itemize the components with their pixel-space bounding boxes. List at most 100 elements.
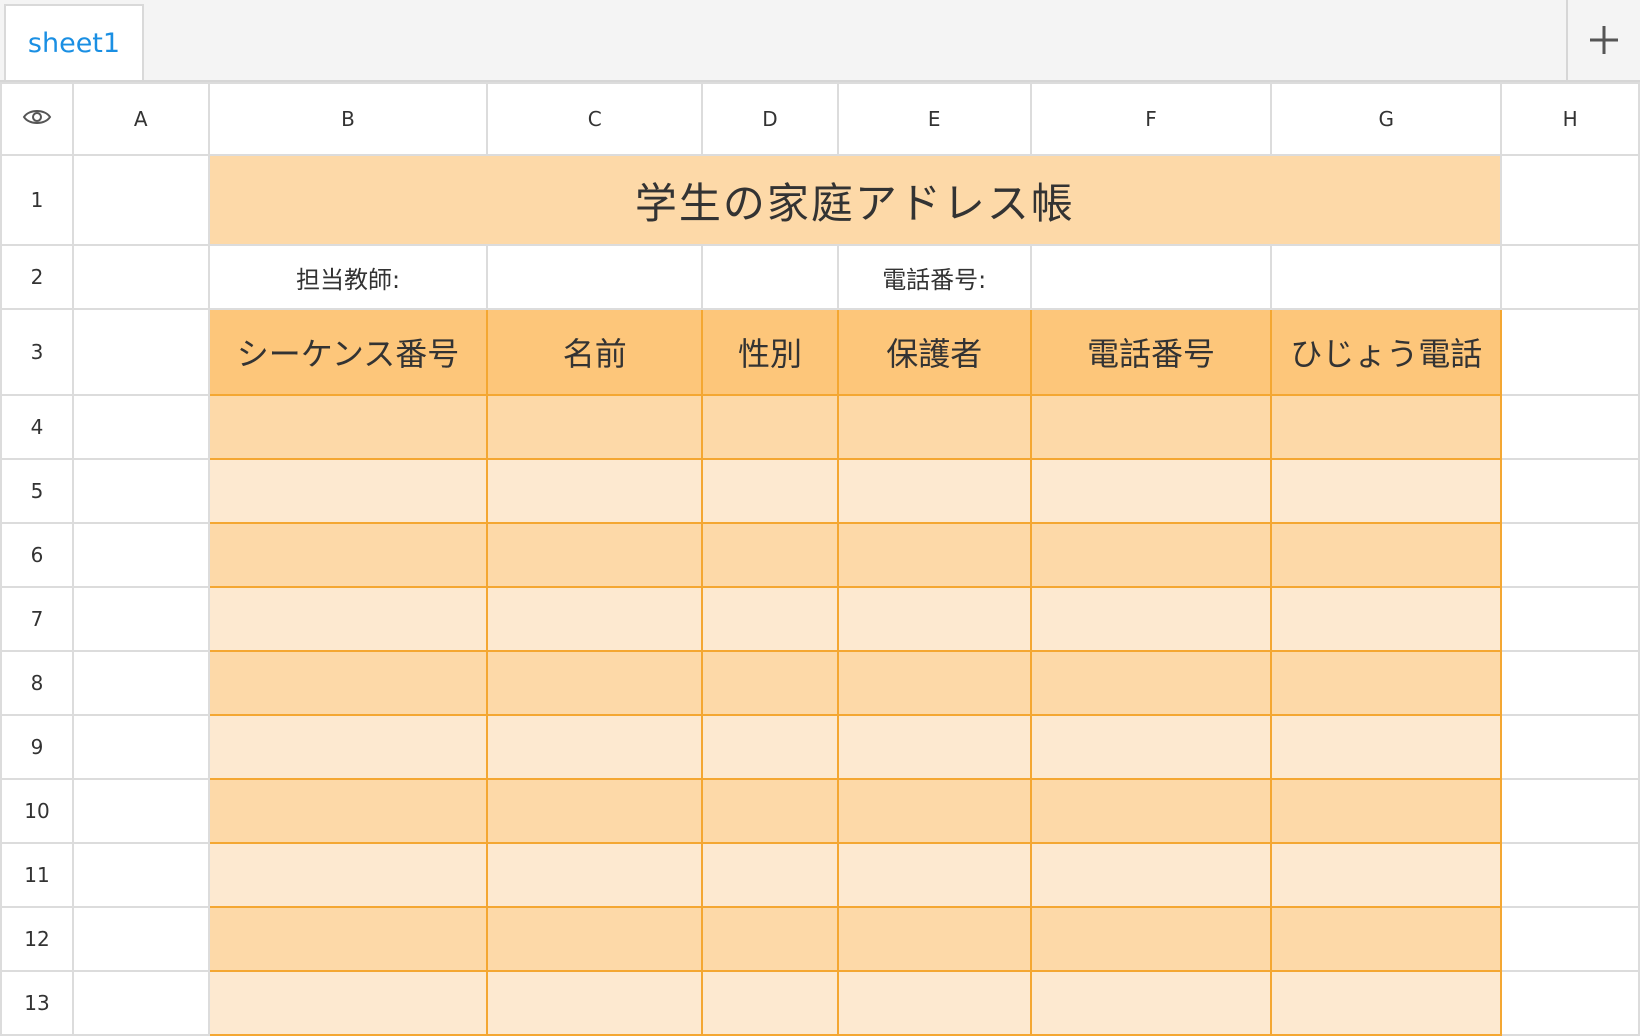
cell-f10[interactable] (1029, 778, 1273, 844)
cell-c5[interactable] (486, 458, 704, 524)
cell-f5[interactable] (1029, 458, 1273, 524)
cell-b12[interactable] (207, 906, 489, 972)
row-header-9[interactable]: 9 (0, 714, 74, 780)
cell-d11[interactable] (701, 842, 839, 908)
cell-a8[interactable] (71, 650, 210, 716)
cell-b6[interactable] (207, 522, 489, 588)
cell-d6[interactable] (701, 522, 839, 588)
cell-b9[interactable] (207, 714, 489, 780)
cell-b10[interactable] (207, 778, 489, 844)
cell-c10[interactable] (486, 778, 704, 844)
cell-h12[interactable] (1500, 906, 1640, 972)
column-header-h[interactable]: H (1500, 82, 1640, 156)
cell-e10[interactable] (836, 778, 1032, 844)
row-header-11[interactable]: 11 (0, 842, 74, 908)
cell-e13[interactable] (836, 970, 1032, 1036)
cell-a12[interactable] (71, 906, 210, 972)
cell-h3[interactable] (1500, 308, 1640, 396)
row-header-8[interactable]: 8 (0, 650, 74, 716)
cell-c13[interactable] (486, 970, 704, 1036)
cell-h2[interactable] (1500, 244, 1640, 310)
cell-h4[interactable] (1500, 394, 1640, 460)
cell-f13[interactable] (1029, 970, 1273, 1036)
row-header-13[interactable]: 13 (0, 970, 74, 1036)
teacher-label-cell[interactable]: 担当教師: (207, 244, 489, 310)
cell-c11[interactable] (486, 842, 704, 908)
cell-b7[interactable] (207, 586, 489, 652)
row-header-12[interactable]: 12 (0, 906, 74, 972)
cell-e5[interactable] (836, 458, 1032, 524)
column-header-f[interactable]: F (1029, 82, 1273, 156)
cell-b11[interactable] (207, 842, 489, 908)
column-header-d[interactable]: D (701, 82, 839, 156)
cell-a13[interactable] (71, 970, 210, 1036)
header-cell-phone[interactable]: 電話番号 (1029, 308, 1273, 396)
cell-c4[interactable] (486, 394, 704, 460)
cell-d9[interactable] (701, 714, 839, 780)
row-header-2[interactable]: 2 (0, 244, 74, 310)
cell-a2[interactable] (71, 244, 210, 310)
cell-h1[interactable] (1500, 154, 1640, 246)
cell-a10[interactable] (71, 778, 210, 844)
add-sheet-button[interactable] (1566, 0, 1640, 80)
cell-c2[interactable] (486, 244, 704, 310)
phone-label-cell[interactable]: 電話番号: (836, 244, 1032, 310)
row-header-5[interactable]: 5 (0, 458, 74, 524)
cell-a11[interactable] (71, 842, 210, 908)
cell-h10[interactable] (1500, 778, 1640, 844)
header-cell-guardian[interactable]: 保護者 (836, 308, 1032, 396)
cell-b5[interactable] (207, 458, 489, 524)
row-header-7[interactable]: 7 (0, 586, 74, 652)
cell-g10[interactable] (1270, 778, 1503, 844)
cell-d5[interactable] (701, 458, 839, 524)
cell-g12[interactable] (1270, 906, 1503, 972)
column-header-b[interactable]: B (207, 82, 489, 156)
row-header-4[interactable]: 4 (0, 394, 74, 460)
cell-d10[interactable] (701, 778, 839, 844)
column-header-c[interactable]: C (486, 82, 704, 156)
cell-h8[interactable] (1500, 650, 1640, 716)
cell-f4[interactable] (1029, 394, 1273, 460)
cell-d8[interactable] (701, 650, 839, 716)
header-cell-gender[interactable]: 性別 (701, 308, 839, 396)
cell-c6[interactable] (486, 522, 704, 588)
header-cell-emergency-phone[interactable]: ひじょう電話 (1270, 308, 1503, 396)
cell-a5[interactable] (71, 458, 210, 524)
cell-e8[interactable] (836, 650, 1032, 716)
cell-e7[interactable] (836, 586, 1032, 652)
cell-d13[interactable] (701, 970, 839, 1036)
row-header-3[interactable]: 3 (0, 308, 74, 396)
cell-e6[interactable] (836, 522, 1032, 588)
cell-d12[interactable] (701, 906, 839, 972)
header-cell-sequence-number[interactable]: シーケンス番号 (207, 308, 489, 396)
cell-c9[interactable] (486, 714, 704, 780)
cell-a1[interactable] (71, 154, 210, 246)
cell-h11[interactable] (1500, 842, 1640, 908)
row-header-10[interactable]: 10 (0, 778, 74, 844)
column-header-g[interactable]: G (1270, 82, 1503, 156)
cell-g5[interactable] (1270, 458, 1503, 524)
cell-b13[interactable] (207, 970, 489, 1036)
cell-g6[interactable] (1270, 522, 1503, 588)
cell-g8[interactable] (1270, 650, 1503, 716)
cell-h5[interactable] (1500, 458, 1640, 524)
cell-a9[interactable] (71, 714, 210, 780)
cell-a7[interactable] (71, 586, 210, 652)
cell-f2[interactable] (1029, 244, 1273, 310)
row-header-6[interactable]: 6 (0, 522, 74, 588)
cell-d7[interactable] (701, 586, 839, 652)
cell-a4[interactable] (71, 394, 210, 460)
cell-g7[interactable] (1270, 586, 1503, 652)
cell-b4[interactable] (207, 394, 489, 460)
cell-b8[interactable] (207, 650, 489, 716)
cell-f6[interactable] (1029, 522, 1273, 588)
cell-h13[interactable] (1500, 970, 1640, 1036)
row-header-1[interactable]: 1 (0, 154, 74, 246)
cell-g4[interactable] (1270, 394, 1503, 460)
cell-f12[interactable] (1029, 906, 1273, 972)
sheet-title-cell[interactable]: 学生の家庭アドレス帳 (207, 154, 1503, 246)
cell-h6[interactable] (1500, 522, 1640, 588)
cell-f9[interactable] (1029, 714, 1273, 780)
cell-e9[interactable] (836, 714, 1032, 780)
cell-g13[interactable] (1270, 970, 1503, 1036)
